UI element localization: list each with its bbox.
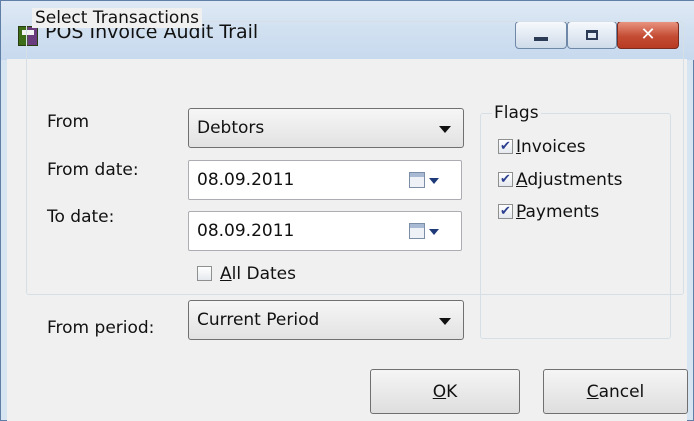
chevron-down-icon [439, 126, 451, 133]
from-date-value: 08.09.2011 [197, 170, 295, 190]
from-date-label: From date: [47, 160, 139, 180]
to-date-field[interactable]: 08.09.2011 [188, 211, 462, 251]
ok-label-rest: K [446, 381, 458, 402]
payments-label-rest: ayments [525, 202, 600, 222]
payments-checkbox[interactable]: ✔ [498, 204, 513, 219]
ok-mnemonic: O [432, 381, 447, 402]
chevron-down-icon[interactable] [429, 178, 439, 184]
from-select-value: Debtors [197, 118, 265, 138]
from-select[interactable]: Debtors [188, 108, 464, 148]
invoices-checkbox[interactable]: ✔ [498, 139, 513, 154]
payments-label[interactable]: Payments [516, 202, 599, 222]
from-period-select[interactable]: Current Period [188, 300, 464, 340]
from-period-value: Current Period [197, 310, 320, 330]
to-date-value: 08.09.2011 [197, 221, 295, 241]
all-dates-label[interactable]: All Dates [220, 264, 296, 284]
from-period-label: From period: [47, 318, 155, 338]
calendar-icon[interactable] [409, 172, 425, 188]
adjustments-label-rest: djustments [527, 170, 623, 190]
select-transactions-legend: Select Transactions [32, 8, 202, 28]
to-date-label: To date: [47, 207, 115, 227]
invoices-label-rest: nvoices [521, 137, 586, 157]
from-label: From [47, 112, 90, 132]
checkmark-icon: ✔ [500, 172, 511, 187]
adjustments-mnemonic: A [516, 170, 528, 190]
adjustments-checkbox[interactable]: ✔ [498, 172, 513, 187]
adjustments-label[interactable]: Adjustments [516, 170, 622, 190]
all-dates-label-rest: ll Dates [231, 264, 296, 284]
chevron-down-icon[interactable] [429, 229, 439, 235]
all-dates-checkbox[interactable] [197, 266, 212, 281]
cancel-mnemonic: C [586, 381, 599, 402]
invoices-label[interactable]: Invoices [516, 137, 586, 157]
cancel-button[interactable]: Cancel [543, 369, 688, 414]
checkmark-icon: ✔ [500, 204, 511, 219]
calendar-icon[interactable] [409, 223, 425, 239]
ok-button[interactable]: OK [370, 369, 520, 414]
cancel-label-rest: ancel [598, 381, 645, 402]
from-date-field[interactable]: 08.09.2011 [188, 160, 462, 200]
flags-legend: Flags [492, 103, 541, 123]
payments-mnemonic: P [516, 202, 526, 222]
all-dates-mnemonic: A [220, 264, 232, 284]
checkmark-icon: ✔ [500, 139, 511, 154]
chevron-down-icon [439, 318, 451, 325]
